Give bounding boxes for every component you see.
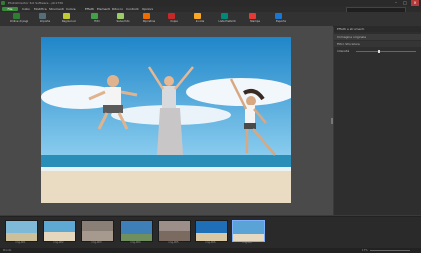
file-button[interactable]: File (2, 7, 18, 11)
status-bar: Pronto 17% (0, 248, 421, 253)
intensity-slider[interactable] (356, 50, 416, 53)
paste-icon (194, 13, 201, 19)
thumb-caption: img-006 (205, 241, 216, 244)
print-icon (249, 13, 256, 19)
thumb-caption: img-007 (242, 241, 253, 244)
thumbnail[interactable] (120, 220, 153, 242)
section-blur-filter[interactable]: Filtro Sfocatura (334, 41, 421, 47)
thumb-image (121, 221, 152, 241)
thumb-caption: img-003 (91, 241, 102, 244)
slider-label: Intensità (337, 49, 350, 53)
thumb-image (6, 221, 37, 241)
thumbnail-selected[interactable] (232, 220, 265, 242)
panel-title: Effetti e strumenti (334, 26, 421, 32)
beach-jump-photo (41, 37, 291, 203)
tool-label: Esporta (276, 20, 286, 23)
thumb-caption: img-002 (53, 241, 64, 244)
thumb-image (159, 221, 190, 241)
thumb-caption: img-001 (15, 241, 26, 244)
zoom-slider[interactable] (370, 250, 410, 251)
restore-icon (143, 13, 150, 19)
section-original-image[interactable]: Immagine originale (334, 34, 421, 40)
filter-icon (91, 13, 98, 19)
import-icon (39, 13, 46, 19)
thumbnail[interactable] (5, 220, 38, 242)
tool-icon (13, 13, 20, 19)
thumbnail[interactable] (158, 220, 191, 242)
collapse-panel-handle[interactable] (331, 118, 333, 124)
thumb-image (196, 221, 227, 241)
slider-handle[interactable] (378, 50, 380, 53)
thumb-image (44, 221, 75, 241)
light-icon (63, 13, 70, 19)
thumb-caption: img-005 (168, 241, 179, 244)
thumb-caption: img-004 (130, 241, 141, 244)
thumbnail[interactable] (81, 220, 114, 242)
tool-label: Lista Preferiti (218, 20, 236, 23)
favorites-icon (221, 13, 228, 19)
app-icon (1, 1, 5, 5)
save-icon (117, 13, 124, 19)
tool-label: Incolla (195, 20, 205, 23)
thumbnail[interactable] (195, 220, 228, 242)
export-icon (275, 13, 282, 19)
thumb-image (233, 221, 264, 241)
main-photo[interactable] (41, 37, 291, 203)
zoom-level: 17% (362, 249, 368, 252)
effects-panel: Effetti e strumenti Immagine originale F… (334, 26, 421, 215)
thumbnail[interactable] (43, 220, 76, 242)
tool-label: Regola luci (61, 20, 77, 23)
copy-icon (168, 13, 175, 19)
status-text: Pronto (3, 249, 12, 252)
thumb-image (82, 221, 113, 241)
